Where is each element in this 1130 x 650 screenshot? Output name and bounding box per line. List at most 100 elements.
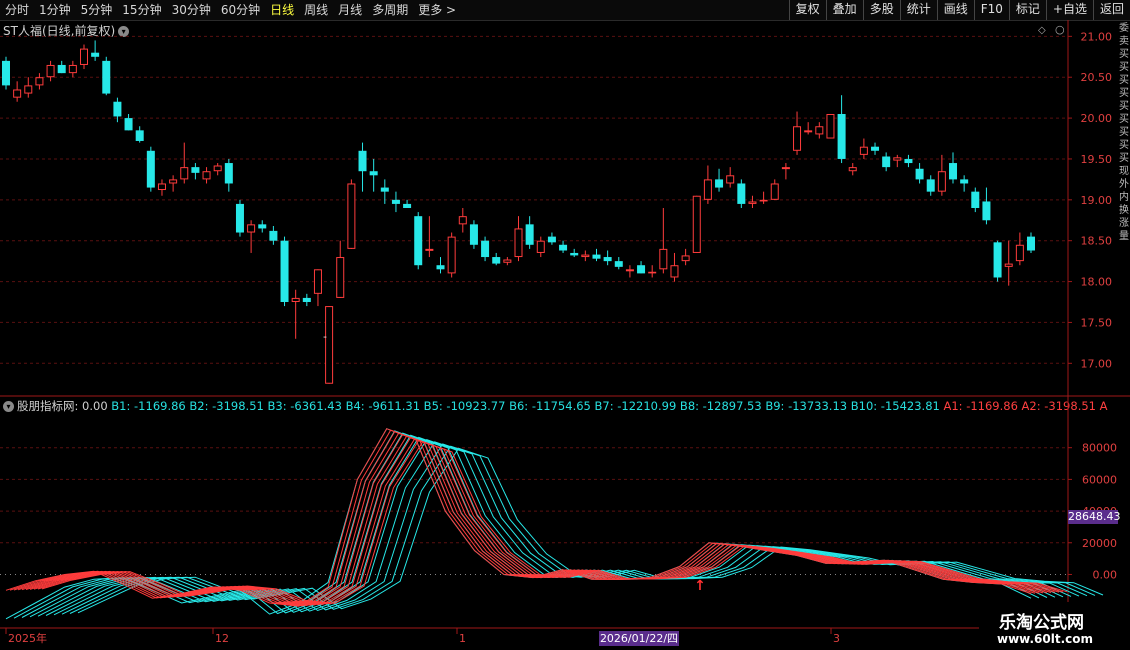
candle-body xyxy=(291,297,300,303)
price-tick-label: 20.00 xyxy=(1081,112,1113,125)
signal-arrow-icon: ↑ xyxy=(694,578,706,594)
indicator-line-b xyxy=(37,436,1064,617)
kline-chart[interactable]: 21.00 20.50 20.00 19.50 19.00 18.50 18.00 17.50… xyxy=(0,0,1130,650)
indicator-line-a xyxy=(25,435,1052,606)
price-tick-label: 17.00 xyxy=(1081,357,1113,370)
candle-body xyxy=(837,114,846,159)
candle-body xyxy=(937,171,946,192)
candle-body xyxy=(391,199,400,204)
candle-body xyxy=(180,167,189,180)
price-tick-label: 20.50 xyxy=(1081,71,1113,84)
candle-body xyxy=(169,179,178,184)
candle-body xyxy=(726,175,735,184)
candle-body xyxy=(547,236,556,243)
candle-body xyxy=(414,216,423,266)
right-side-panel-text: 委卖买买买买买买买买买现外内换涨量 xyxy=(1119,23,1129,242)
candle-body xyxy=(703,179,712,200)
price-tick-label: 19.00 xyxy=(1081,194,1113,207)
candle-body xyxy=(13,89,22,98)
time-label: 1 xyxy=(459,632,466,645)
candle-body xyxy=(793,126,802,151)
candle-body xyxy=(737,183,746,204)
price-tick-label: 17.50 xyxy=(1081,316,1113,329)
candle-body xyxy=(614,261,623,267)
candle-body xyxy=(146,150,155,188)
candle-body xyxy=(871,146,880,151)
candle-body xyxy=(269,230,278,241)
candle-body xyxy=(926,179,935,192)
watermark-url: www.60lt.com xyxy=(997,632,1094,646)
candle-body xyxy=(1027,236,1035,251)
candle-body xyxy=(715,179,724,188)
candle-body xyxy=(536,240,545,253)
candle-body xyxy=(559,244,568,251)
candle-body xyxy=(804,130,813,133)
candle-body xyxy=(1004,263,1013,267)
candle-body xyxy=(91,52,100,57)
candle-body xyxy=(681,255,690,262)
time-label: 2025年 xyxy=(8,631,47,645)
candle-body xyxy=(235,203,244,233)
candle-body xyxy=(904,158,913,164)
indicator-line-a xyxy=(41,441,1068,604)
candle-body xyxy=(692,195,701,253)
candle-body xyxy=(759,199,768,202)
candle-body xyxy=(893,157,902,161)
candle-body xyxy=(882,156,891,168)
indicator-line-a xyxy=(33,438,1060,605)
price-tick-label: 18.50 xyxy=(1081,235,1113,248)
candle-body xyxy=(425,248,434,251)
candle-body xyxy=(447,236,456,274)
candle-body xyxy=(57,64,66,74)
candle-body xyxy=(659,248,668,270)
candle-body xyxy=(848,167,857,172)
candle-body xyxy=(124,118,133,131)
candle-body xyxy=(859,146,868,155)
candle-body xyxy=(1015,244,1024,262)
candle-body xyxy=(592,254,601,259)
candle-body xyxy=(157,183,166,191)
candle-body xyxy=(815,126,824,135)
candle-body xyxy=(102,60,111,94)
candle-body xyxy=(403,203,412,208)
time-label: 12 xyxy=(215,632,229,645)
candle-body xyxy=(581,254,590,258)
time-label: 3 xyxy=(833,632,840,645)
candle-body xyxy=(258,224,267,229)
candle-body xyxy=(625,269,634,272)
indicator-tick-label: 60000 xyxy=(1082,473,1117,486)
candle-body xyxy=(960,179,969,184)
candle-body xyxy=(213,165,222,172)
indicator-tick-label: 80000 xyxy=(1082,442,1117,455)
candle-body xyxy=(436,265,445,270)
candle-body xyxy=(492,257,501,264)
candle-body xyxy=(949,163,958,180)
candle-body xyxy=(224,163,233,184)
price-tick-label: 19.50 xyxy=(1081,153,1113,166)
candle-body xyxy=(2,60,10,86)
candle-body xyxy=(68,64,77,74)
indicator-current-value: 28648.43 xyxy=(1068,510,1121,524)
candle-body xyxy=(603,257,612,262)
candle-body xyxy=(280,240,289,302)
candle-body xyxy=(79,48,88,65)
stray-marker: - xyxy=(323,330,327,343)
candle-body xyxy=(380,187,389,192)
candle-body xyxy=(648,271,657,274)
candle-body xyxy=(325,306,334,384)
indicator-tick-label: 0.00 xyxy=(1093,568,1118,581)
candle-body xyxy=(670,265,679,278)
candle-body xyxy=(503,259,512,263)
candle-body xyxy=(135,130,144,141)
candle-body xyxy=(113,101,122,117)
indicator-line-a xyxy=(17,432,1044,606)
indicator-tick-label: 20000 xyxy=(1082,537,1117,550)
candle-body xyxy=(982,201,991,221)
candle-body xyxy=(525,224,534,245)
candle-body xyxy=(637,265,646,274)
indicator-line-b xyxy=(13,430,1040,619)
candle-body xyxy=(191,167,200,173)
candle-body xyxy=(993,242,1002,278)
price-tick-label: 21.00 xyxy=(1081,30,1113,43)
watermark: 乐淘公式网 www.60lt.com xyxy=(979,602,1130,650)
